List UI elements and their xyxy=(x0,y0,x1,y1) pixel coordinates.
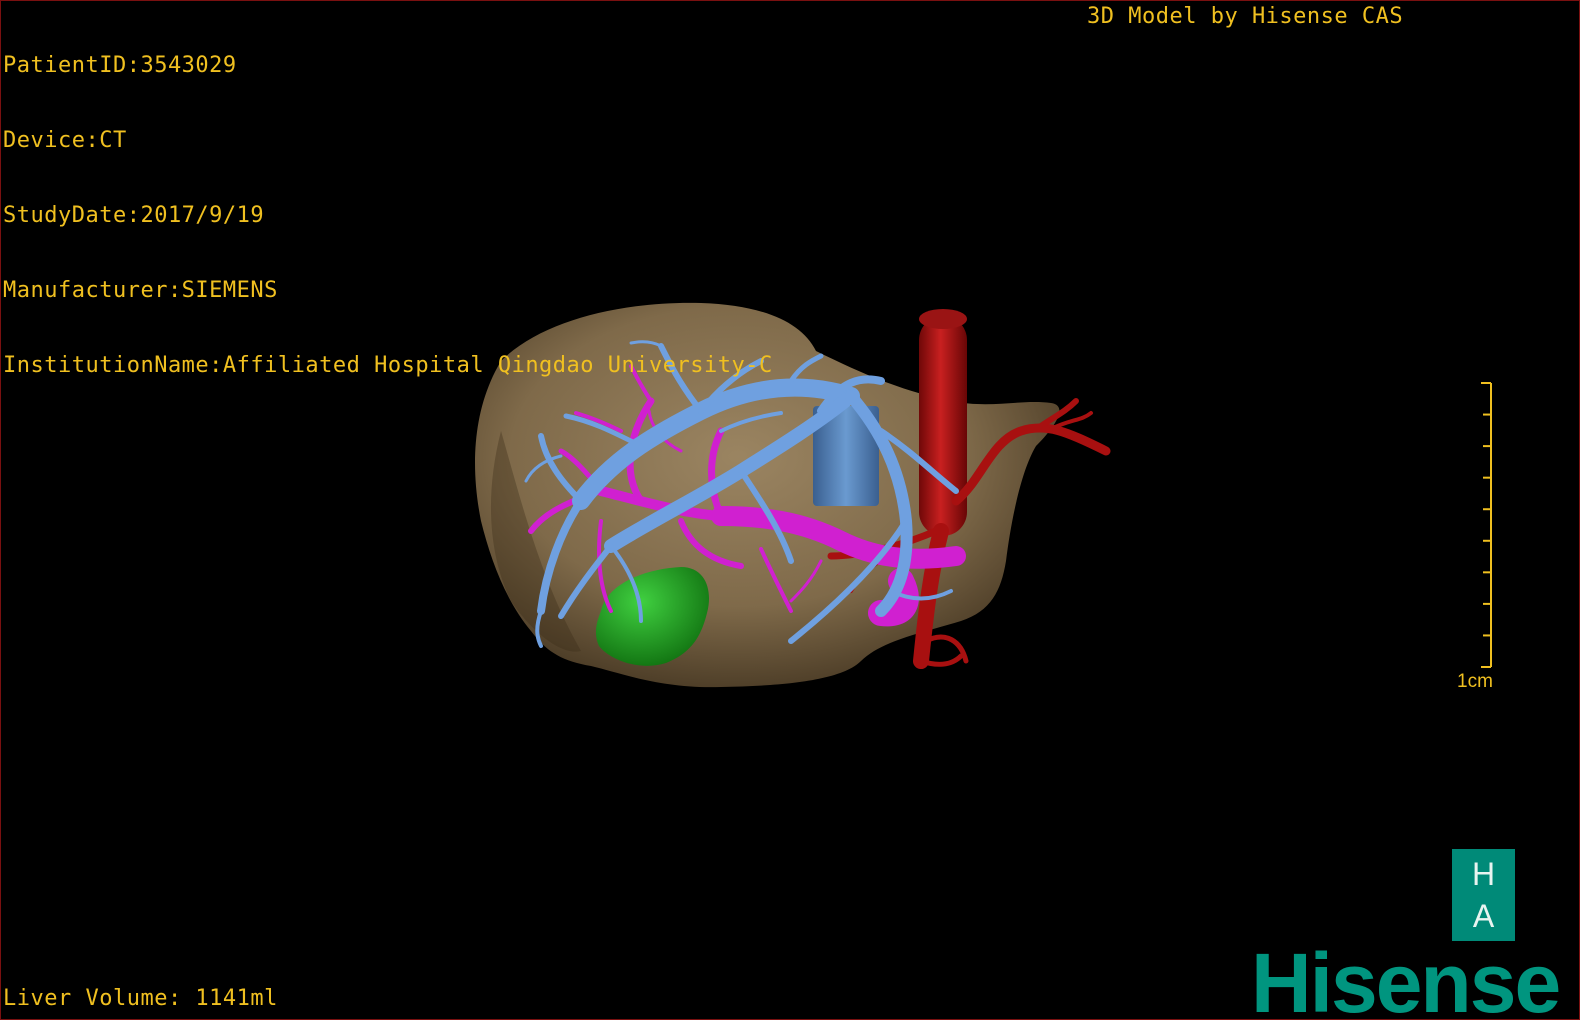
scale-bar xyxy=(1481,382,1492,668)
hisense-logo-text: Hisense xyxy=(1251,936,1561,1020)
institution-text: InstitutionName:Affiliated Hospital Qing… xyxy=(3,353,773,378)
3d-viewport[interactable]: PatientID:3543029 Device:CT StudyDate:20… xyxy=(0,0,1580,1020)
scale-label: 1cm xyxy=(1457,671,1493,692)
liver-volume-text: Liver Volume: 1141ml xyxy=(3,986,278,1011)
device-text: Device:CT xyxy=(3,128,127,153)
ha-logo-box: H A xyxy=(1452,849,1515,941)
logo-letter-h: H xyxy=(1471,856,1496,892)
study-date-text: StudyDate:2017/9/19 xyxy=(3,203,265,228)
logo-letter-a: A xyxy=(1472,898,1495,934)
manufacturer-text: Manufacturer:SIEMENS xyxy=(3,278,278,303)
aorta-top xyxy=(919,309,967,329)
patient-info-block: PatientID:3543029 Device:CT StudyDate:20… xyxy=(3,3,773,428)
patient-id-text: PatientID:3543029 xyxy=(3,53,237,78)
model-label: 3D Model by Hisense CAS xyxy=(1087,4,1404,29)
